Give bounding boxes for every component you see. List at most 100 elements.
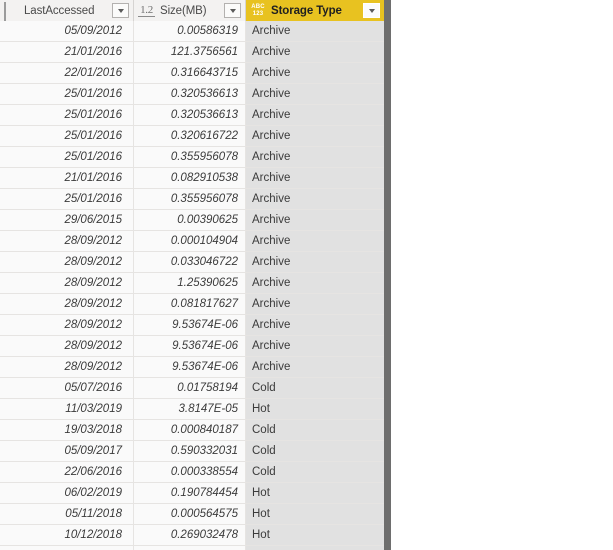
filter-button-last-accessed[interactable]: [112, 3, 129, 18]
cell-size_mb[interactable]: 9.53674E-06: [134, 357, 246, 377]
cell-last_accessed[interactable]: 21/01/2016: [0, 42, 134, 62]
table-row[interactable]: 05/11/2018 0.000564575 Hot: [0, 504, 384, 525]
cell-size_mb[interactable]: 0.355956078: [134, 189, 246, 209]
cell-storage_type[interactable]: Archive: [246, 84, 384, 104]
cell-storage_type[interactable]: Archive: [246, 42, 384, 62]
cell-last_accessed[interactable]: 25/01/2016: [0, 126, 134, 146]
cell-last_accessed[interactable]: 28/09/2012: [0, 231, 134, 251]
cell-storage_type[interactable]: Archive: [246, 336, 384, 356]
table-row[interactable]: 19/03/2018 0.000840187 Cold: [0, 420, 384, 441]
cell-storage_type[interactable]: Cold: [246, 420, 384, 440]
cell-last_accessed[interactable]: 28/09/2012: [0, 315, 134, 335]
cell-last_accessed[interactable]: 25/01/2016: [0, 105, 134, 125]
table-row[interactable]: 28/09/2012 0.000104904 Archive: [0, 231, 384, 252]
cell-last_accessed[interactable]: 25/01/2016: [0, 189, 134, 209]
cell-storage_type[interactable]: Archive: [246, 273, 384, 293]
cell-size_mb[interactable]: 0.000564575: [134, 504, 246, 524]
filter-button-size-mb[interactable]: [224, 3, 241, 18]
cell-size_mb[interactable]: 0.082910538: [134, 168, 246, 188]
cell-size_mb[interactable]: 0.00390625: [134, 210, 246, 230]
cell-last_accessed[interactable]: 28/09/2012: [0, 252, 134, 272]
cell-last_accessed[interactable]: 29/06/2015: [0, 210, 134, 230]
table-row[interactable]: 25/01/2016 0.320536613 Archive: [0, 105, 384, 126]
cell-last_accessed[interactable]: 11/03/2019: [0, 399, 134, 419]
cell-size_mb[interactable]: 3.8147E-05: [134, 399, 246, 419]
table-row[interactable]: 21/01/2016 0.082910538 Archive: [0, 168, 384, 189]
filter-button-storage-type[interactable]: [363, 3, 380, 18]
table-row[interactable]: 05/09/2012 0.00586319 Archive: [0, 21, 384, 42]
cell-last_accessed[interactable]: 28/09/2012: [0, 336, 134, 356]
cell-storage_type[interactable]: Archive: [246, 105, 384, 125]
cell-last_accessed[interactable]: 28/09/2012: [0, 273, 134, 293]
cell-size_mb[interactable]: 0.269032478: [134, 525, 246, 545]
cell-size_mb[interactable]: [134, 546, 246, 550]
cell-storage_type[interactable]: Archive: [246, 231, 384, 251]
table-row[interactable]: 25/01/2016 0.355956078 Archive: [0, 147, 384, 168]
table-row[interactable]: [0, 546, 384, 550]
cell-size_mb[interactable]: 0.01758194: [134, 378, 246, 398]
table-row[interactable]: 28/09/2012 9.53674E-06 Archive: [0, 336, 384, 357]
cell-size_mb[interactable]: 0.033046722: [134, 252, 246, 272]
cell-storage_type[interactable]: Cold: [246, 441, 384, 461]
cell-last_accessed[interactable]: 19/03/2018: [0, 420, 134, 440]
cell-last_accessed[interactable]: 21/01/2016: [0, 168, 134, 188]
table-row[interactable]: 28/09/2012 0.033046722 Archive: [0, 252, 384, 273]
cell-storage_type[interactable]: Archive: [246, 63, 384, 83]
column-header-storage-type[interactable]: ABC 123 Storage Type: [246, 0, 384, 21]
table-row[interactable]: 25/01/2016 0.355956078 Archive: [0, 189, 384, 210]
cell-storage_type[interactable]: Archive: [246, 357, 384, 377]
cell-storage_type[interactable]: Archive: [246, 252, 384, 272]
cell-last_accessed[interactable]: 28/09/2012: [0, 357, 134, 377]
cell-last_accessed[interactable]: 05/09/2012: [0, 21, 134, 41]
cell-storage_type[interactable]: Archive: [246, 210, 384, 230]
cell-last_accessed[interactable]: 22/01/2016: [0, 63, 134, 83]
cell-size_mb[interactable]: 0.000338554: [134, 462, 246, 482]
cell-size_mb[interactable]: 121.3756561: [134, 42, 246, 62]
table-row[interactable]: 28/09/2012 9.53674E-06 Archive: [0, 315, 384, 336]
cell-storage_type[interactable]: Hot: [246, 504, 384, 524]
cell-storage_type[interactable]: Hot: [246, 399, 384, 419]
cell-size_mb[interactable]: 0.320616722: [134, 126, 246, 146]
cell-storage_type[interactable]: Hot: [246, 525, 384, 545]
column-header-last-accessed[interactable]: LastAccessed: [0, 0, 134, 21]
table-row[interactable]: 06/02/2019 0.190784454 Hot: [0, 483, 384, 504]
table-row[interactable]: 25/01/2016 0.320536613 Archive: [0, 84, 384, 105]
vertical-scrollbar-thumb[interactable]: [384, 0, 391, 550]
table-row[interactable]: 22/06/2016 0.000338554 Cold: [0, 462, 384, 483]
cell-storage_type[interactable]: Hot: [246, 483, 384, 503]
table-row[interactable]: 11/03/2019 3.8147E-05 Hot: [0, 399, 384, 420]
table-row[interactable]: 29/06/2015 0.00390625 Archive: [0, 210, 384, 231]
cell-size_mb[interactable]: 0.000104904: [134, 231, 246, 251]
table-row[interactable]: 21/01/2016 121.3756561 Archive: [0, 42, 384, 63]
cell-last_accessed[interactable]: 05/11/2018: [0, 504, 134, 524]
cell-storage_type[interactable]: Archive: [246, 315, 384, 335]
cell-storage_type[interactable]: Cold: [246, 378, 384, 398]
cell-storage_type[interactable]: Cold: [246, 462, 384, 482]
cell-size_mb[interactable]: 0.355956078: [134, 147, 246, 167]
column-header-size-mb[interactable]: 1.2 Size(MB): [134, 0, 246, 21]
cell-last_accessed[interactable]: 25/01/2016: [0, 84, 134, 104]
cell-size_mb[interactable]: 0.081817627: [134, 294, 246, 314]
vertical-scrollbar-track[interactable]: [384, 0, 391, 550]
cell-size_mb[interactable]: 9.53674E-06: [134, 315, 246, 335]
cell-last_accessed[interactable]: 10/12/2018: [0, 525, 134, 545]
cell-last_accessed[interactable]: 06/02/2019: [0, 483, 134, 503]
cell-last_accessed[interactable]: 25/01/2016: [0, 147, 134, 167]
cell-size_mb[interactable]: 1.25390625: [134, 273, 246, 293]
table-row[interactable]: 05/07/2016 0.01758194 Cold: [0, 378, 384, 399]
table-row[interactable]: 22/01/2016 0.316643715 Archive: [0, 63, 384, 84]
cell-size_mb[interactable]: 0.320536613: [134, 105, 246, 125]
cell-last_accessed[interactable]: 05/09/2017: [0, 441, 134, 461]
cell-size_mb[interactable]: 0.590332031: [134, 441, 246, 461]
cell-storage_type[interactable]: Archive: [246, 147, 384, 167]
cell-storage_type[interactable]: Archive: [246, 189, 384, 209]
table-row[interactable]: 10/12/2018 0.269032478 Hot: [0, 525, 384, 546]
cell-last_accessed[interactable]: 28/09/2012: [0, 294, 134, 314]
cell-storage_type[interactable]: Archive: [246, 21, 384, 41]
cell-size_mb[interactable]: 0.00586319: [134, 21, 246, 41]
table-row[interactable]: 28/09/2012 1.25390625 Archive: [0, 273, 384, 294]
cell-storage_type[interactable]: Archive: [246, 294, 384, 314]
cell-storage_type[interactable]: [246, 546, 384, 550]
cell-last_accessed[interactable]: 22/06/2016: [0, 462, 134, 482]
cell-last_accessed[interactable]: 05/07/2016: [0, 378, 134, 398]
